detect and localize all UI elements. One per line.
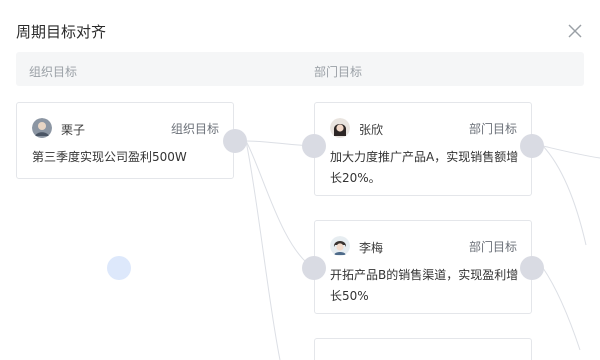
dept-goal-card[interactable] <box>314 338 532 360</box>
expand-node[interactable] <box>520 256 544 280</box>
dept-goal-card[interactable]: 张欣 部门目标 加大力度推广产品A，实现销售额增 长20%。 <box>314 102 532 196</box>
goal-content: 开拓产品B的销售渠道，实现盈利增 长50% <box>330 265 518 307</box>
org-goal-card[interactable]: 栗子 组织目标 第三季度实现公司盈利500W <box>16 102 234 179</box>
goal-alignment-dialog: 周期目标对齐 组织目标 部门目标 栗子 组织目标 第三季度实现公司盈利500W <box>0 0 600 360</box>
avatar <box>330 236 350 256</box>
goal-owner: 栗子 <box>61 123 86 137</box>
expand-node[interactable] <box>520 134 544 158</box>
goal-content-line: 长20%。 <box>330 171 381 185</box>
goal-owner: 李梅 <box>359 241 384 255</box>
goal-content-line: 加大力度推广产品A，实现销售额增 <box>330 150 519 164</box>
dept-goal-card[interactable]: 李梅 部门目标 开拓产品B的销售渠道，实现盈利增 长50% <box>314 220 532 314</box>
expand-node[interactable] <box>223 129 247 153</box>
goal-owner: 张欣 <box>359 123 384 137</box>
goal-content-line: 长50% <box>330 289 369 303</box>
goal-type: 部门目标 <box>468 240 517 254</box>
goal-content: 加大力度推广产品A，实现销售额增 长20%。 <box>330 147 518 189</box>
goal-type: 部门目标 <box>468 122 517 136</box>
avatar <box>32 118 52 138</box>
goal-type: 组织目标 <box>170 122 219 136</box>
goal-content: 第三季度实现公司盈利500W <box>32 150 187 164</box>
goal-content-line: 开拓产品B的销售渠道，实现盈利增 <box>330 268 519 282</box>
avatar <box>330 118 350 138</box>
link-node[interactable] <box>302 134 326 158</box>
link-node[interactable] <box>302 256 326 280</box>
placeholder-node[interactable] <box>107 256 131 280</box>
